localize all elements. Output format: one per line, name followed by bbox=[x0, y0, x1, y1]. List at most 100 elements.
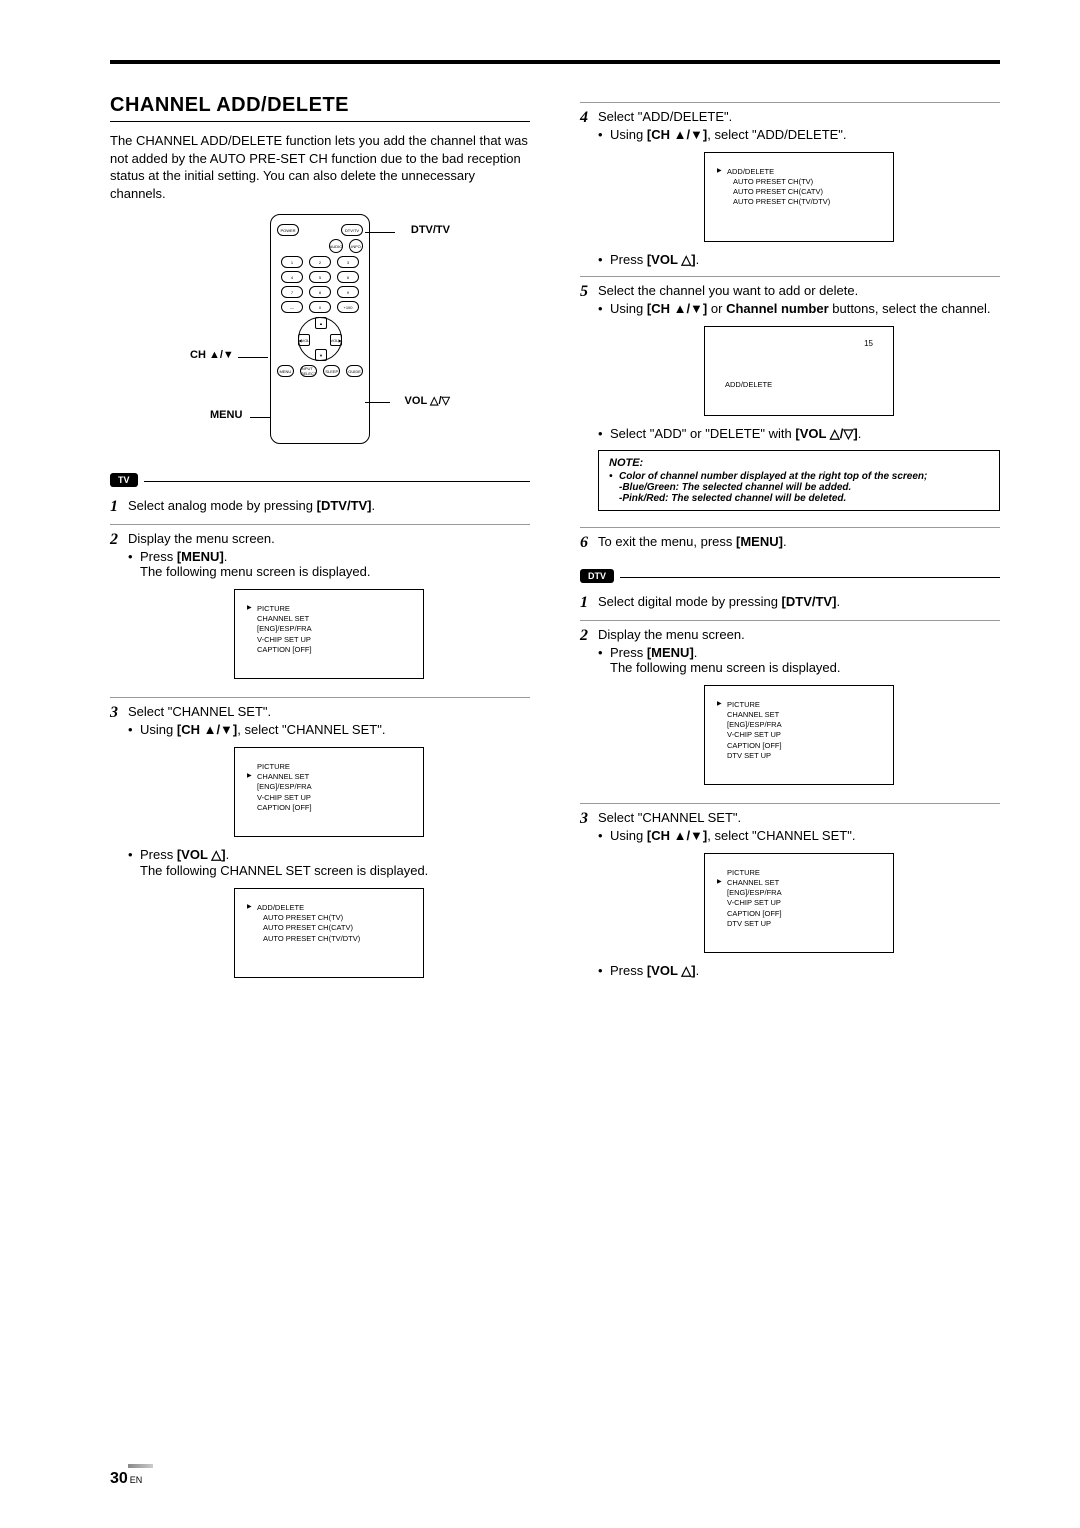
period: . bbox=[858, 426, 862, 441]
step-number: 2 bbox=[580, 627, 598, 795]
dtv-tag-row: DTV bbox=[580, 570, 1000, 584]
menu-item: DTV SET UP bbox=[727, 919, 883, 929]
txt: Using bbox=[610, 828, 647, 843]
step-3: 3 Select "CHANNEL SET". Using [CH ▲/▼], … bbox=[110, 697, 530, 988]
dpad-up: ▲ bbox=[315, 317, 327, 329]
channel-number: 15 bbox=[864, 339, 873, 350]
txt: The following menu screen is displayed. bbox=[140, 564, 371, 579]
label-vol: VOL △/▽ bbox=[405, 394, 450, 407]
step-number: 2 bbox=[110, 531, 128, 689]
step-number: 3 bbox=[110, 704, 128, 988]
dpad-right: VOL▶ bbox=[330, 334, 342, 346]
vol-button-ref: [VOL △] bbox=[647, 252, 696, 267]
page-number: 30EN bbox=[110, 1470, 142, 1488]
menu-item: PICTURE bbox=[257, 604, 413, 614]
menu-item: V-CHIP SET UP bbox=[257, 793, 413, 803]
dtv-step-1: 1 Select digital mode by pressing [DTV/T… bbox=[580, 592, 1000, 612]
step-text: Select analog mode by pressing bbox=[128, 498, 317, 513]
remote-outline: POWERDTV/TV AUDIOINFO 123 456 789 —0+100… bbox=[270, 214, 370, 444]
key-5: 5 bbox=[309, 271, 331, 283]
menu-item: ADD/DELETE bbox=[257, 903, 413, 913]
menu-item: [ENG]/ESP/FRA bbox=[727, 720, 883, 730]
step-body: Display the menu screen. Press [MENU]. T… bbox=[128, 531, 530, 689]
key-7: 7 bbox=[281, 286, 303, 298]
step-text: Select "ADD/DELETE". bbox=[598, 109, 732, 124]
ch-button-ref: [CH ▲/▼] bbox=[647, 301, 707, 316]
step-sub: Using [CH ▲/▼] or Channel number buttons… bbox=[610, 301, 1000, 316]
txt: The following menu screen is displayed. bbox=[610, 660, 841, 675]
channel-set-screen: ADD/DELETE AUTO PRESET CH(TV) AUTO PRESE… bbox=[234, 888, 424, 978]
menu-item: CHANNEL SET bbox=[727, 710, 883, 720]
menu-item: V-CHIP SET UP bbox=[727, 898, 883, 908]
key-2: 2 bbox=[309, 256, 331, 268]
dtv-tv-button-ref: [DTV/TV] bbox=[782, 594, 837, 609]
label-dtv-tv: DTV/TV bbox=[411, 224, 450, 236]
title-rule bbox=[110, 121, 530, 122]
page-number-value: 30 bbox=[110, 1470, 128, 1487]
top-rule bbox=[110, 60, 1000, 64]
txt: Using bbox=[140, 722, 177, 737]
menu-item: V-CHIP SET UP bbox=[727, 730, 883, 740]
menu-item: CAPTION [OFF] bbox=[257, 803, 413, 813]
step-4: 4 Select "ADD/DELETE". Using [CH ▲/▼], s… bbox=[580, 102, 1000, 268]
period: . bbox=[226, 847, 230, 862]
step-number: 1 bbox=[580, 594, 598, 612]
txt: To exit the menu, press bbox=[598, 534, 736, 549]
period: . bbox=[372, 498, 376, 513]
tag-rule bbox=[144, 481, 530, 482]
page-lang: EN bbox=[130, 1475, 143, 1485]
step-6: 6 To exit the menu, press [MENU]. bbox=[580, 527, 1000, 552]
txt: The following CHANNEL SET screen is disp… bbox=[140, 863, 428, 878]
step-sub: Press [MENU]. The following menu screen … bbox=[140, 549, 530, 579]
menu-item: AUTO PRESET CH(CATV) bbox=[727, 187, 883, 197]
audio-btn: AUDIO bbox=[329, 239, 343, 253]
key-9: 9 bbox=[337, 286, 359, 298]
vol-button-ref: [VOL △/▽] bbox=[795, 426, 857, 441]
note-box: NOTE: Color of channel number displayed … bbox=[598, 450, 1000, 511]
menu-button-ref: [MENU] bbox=[647, 645, 694, 660]
info-btn: INFO bbox=[349, 239, 363, 253]
note-line: Color of channel number displayed at the… bbox=[619, 471, 927, 504]
menu-screen-2: PICTURE CHANNEL SET [ENG]/ESP/FRA V-CHIP… bbox=[234, 747, 424, 837]
key-4: 4 bbox=[281, 271, 303, 283]
step-body: To exit the menu, press [MENU]. bbox=[598, 534, 1000, 552]
period: . bbox=[694, 645, 698, 660]
dtv-step-2: 2 Display the menu screen. Press [MENU].… bbox=[580, 620, 1000, 795]
step-sub: Using [CH ▲/▼], select "CHANNEL SET". bbox=[140, 722, 530, 737]
menu-button-ref: [MENU] bbox=[177, 549, 224, 564]
dtv-menu-screen-2: PICTURE CHANNEL SET [ENG]/ESP/FRA V-CHIP… bbox=[704, 853, 894, 953]
step-text: Display the menu screen. bbox=[598, 627, 745, 642]
note-text: -Pink/Red: The selected channel will be … bbox=[619, 493, 846, 504]
menu-item: PICTURE bbox=[257, 762, 413, 772]
txt: Using bbox=[610, 301, 647, 316]
menu-item: DTV SET UP bbox=[727, 751, 883, 761]
step-sub: Select "ADD" or "DELETE" with [VOL △/▽]. bbox=[610, 426, 1000, 442]
dtv-tv-button-ref: [DTV/TV] bbox=[317, 498, 372, 513]
step-body: Display the menu screen. Press [MENU]. T… bbox=[598, 627, 1000, 795]
menu-item: V-CHIP SET UP bbox=[257, 635, 413, 645]
label-ch: CH ▲/▼ bbox=[190, 349, 234, 361]
period: . bbox=[696, 963, 700, 978]
note-text: Color of channel number displayed at the… bbox=[619, 471, 927, 482]
right-column: 4 Select "ADD/DELETE". Using [CH ▲/▼], s… bbox=[580, 94, 1000, 996]
txt: Select digital mode by pressing bbox=[598, 594, 782, 609]
tv-tag: TV bbox=[110, 473, 138, 487]
step-body: Select the channel you want to add or de… bbox=[598, 283, 1000, 519]
step-1: 1 Select analog mode by pressing [DTV/TV… bbox=[110, 496, 530, 516]
txt: or bbox=[707, 301, 726, 316]
step-number: 6 bbox=[580, 534, 598, 552]
left-column: CHANNEL ADD/DELETE The CHANNEL ADD/DELET… bbox=[110, 94, 530, 996]
channel-select-screen: 15 ADD/DELETE bbox=[704, 326, 894, 416]
menu-item: AUTO PRESET CH(TV) bbox=[727, 177, 883, 187]
txt: Select "ADD" or "DELETE" with bbox=[610, 426, 795, 441]
dpad-left: ◀VOL bbox=[298, 334, 310, 346]
step-text: Display the menu screen. bbox=[128, 531, 275, 546]
menu-item: AUTO PRESET CH(CATV) bbox=[257, 923, 413, 933]
section-title: CHANNEL ADD/DELETE bbox=[110, 94, 530, 117]
step-2: 2 Display the menu screen. Press [MENU].… bbox=[110, 524, 530, 689]
dpad-down: ▼ bbox=[315, 349, 327, 361]
menu-item: CAPTION [OFF] bbox=[727, 909, 883, 919]
key-1: 1 bbox=[281, 256, 303, 268]
step-body: Select digital mode by pressing [DTV/TV]… bbox=[598, 594, 1000, 612]
menu-screen-1: PICTURE CHANNEL SET [ENG]/ESP/FRA V-CHIP… bbox=[234, 589, 424, 679]
